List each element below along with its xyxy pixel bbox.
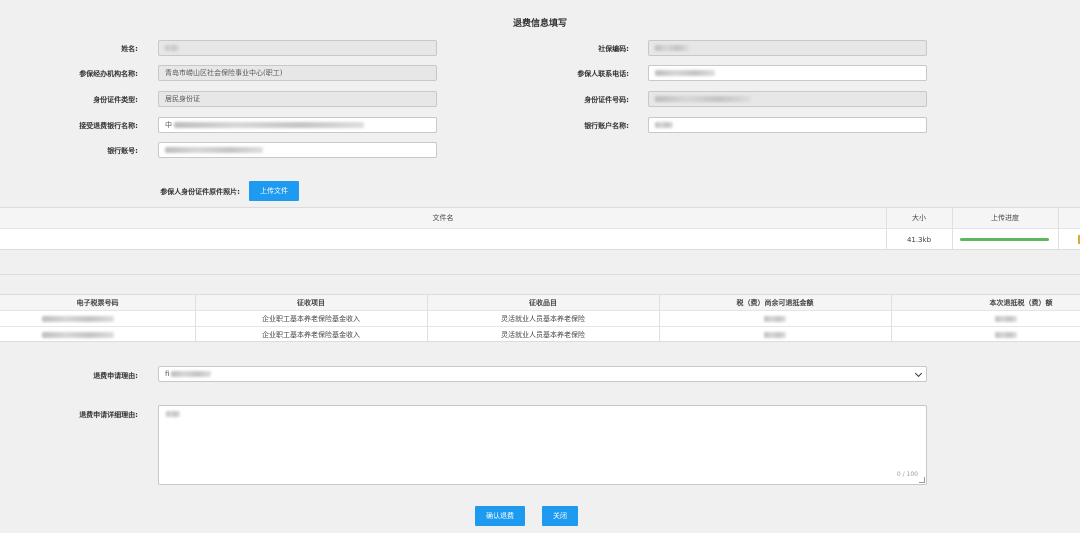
confirm-refund-button[interactable]: 确认退费 [475,506,525,526]
col-remaining: 税（费）尚余可退抵金额 [736,298,814,307]
detail-textarea[interactable]: 0 / 100 [158,405,927,485]
refund-cell [891,327,1080,342]
col-progress: 上传进度 [991,214,1019,222]
tax-table: 电子税票号码 征收项目 征收品目 税（费）尚余可退抵金额 本次退抵税（费）额 企… [0,294,1080,342]
item-cell: 企业职工基本养老保险基金收入 [262,330,360,339]
upload-row: 41.3kb [0,229,1080,250]
ticket-no-cell [0,327,195,342]
file-size: 41.3kb [906,235,932,244]
upload-table: 文件名 大小 上传进度 41.3kb [0,207,1080,250]
id-no-field [648,91,927,107]
col-item: 征收项目 [297,298,325,307]
refund-cell [891,311,1080,326]
reason-select[interactable]: fi [158,366,927,382]
tax-table-header: 电子税票号码 征收项目 征收品目 税（费）尚余可退抵金额 本次退抵税（费）额 [0,295,1080,310]
upload-progress-bar [960,238,1049,241]
category-cell: 灵活就业人员基本养老保险 [501,330,585,339]
divider [0,274,1080,275]
agency-field: 青岛市崂山区社会保险事业中心(职工) [158,65,437,81]
id-type-field: 居民身份证 [158,91,437,107]
social-code-field [648,40,927,56]
chevron-down-icon[interactable] [914,369,923,378]
bank-name-input[interactable]: 中 [158,117,437,133]
char-counter: 0 / 100 [896,471,918,478]
detail-label: 退费申请详细理由: [79,411,138,419]
col-category: 征收品目 [529,298,557,307]
account-name-input[interactable] [648,117,927,133]
upload-table-header: 文件名 大小 上传进度 [0,208,1080,228]
social-code-label: 社保编码: [598,45,629,53]
col-size: 大小 [912,214,926,222]
reason-selected-prefix: fi [165,370,170,378]
col-ticket-no: 电子税票号码 [76,298,119,307]
bank-label: 接受退费银行名称: [79,122,138,130]
agency-label: 参保经办机构名称: [79,70,138,78]
name-field [158,40,437,56]
phone-label: 参保人联系电话: [577,70,629,78]
id-type-label: 身份证件类型: [93,96,138,104]
item-cell: 企业职工基本养老保险基金收入 [262,314,360,323]
category-cell: 灵活就业人员基本养老保险 [501,314,585,323]
page-title: 退费信息填写 [512,19,567,29]
id-no-label: 身份证件号码: [584,96,629,104]
remaining-cell [659,311,891,326]
ticket-no-cell [0,311,195,326]
table-row: 企业职工基本养老保险基金收入 灵活就业人员基本养老保险 [0,327,1080,342]
account-no-label: 银行账号: [107,147,138,155]
phone-input[interactable] [648,65,927,81]
col-refund: 本次退抵税（费）额 [989,298,1053,307]
upload-progress-track [960,238,1049,241]
upload-label: 参保人身份证件原件照片: [160,188,240,196]
name-label: 姓名: [121,45,138,53]
col-filename: 文件名 [432,214,454,222]
bank-name-prefix: 中 [165,121,172,129]
reason-label: 退费申请理由: [93,372,138,380]
resize-handle-icon[interactable] [919,477,925,483]
table-row: 企业职工基本养老保险基金收入 灵活就业人员基本养老保险 [0,311,1080,326]
remaining-cell [659,327,891,342]
account-no-input[interactable] [158,142,437,158]
close-button[interactable]: 关闭 [542,506,578,526]
account-name-label: 银行账户名称: [584,122,629,130]
upload-file-button[interactable]: 上传文件 [249,181,299,201]
